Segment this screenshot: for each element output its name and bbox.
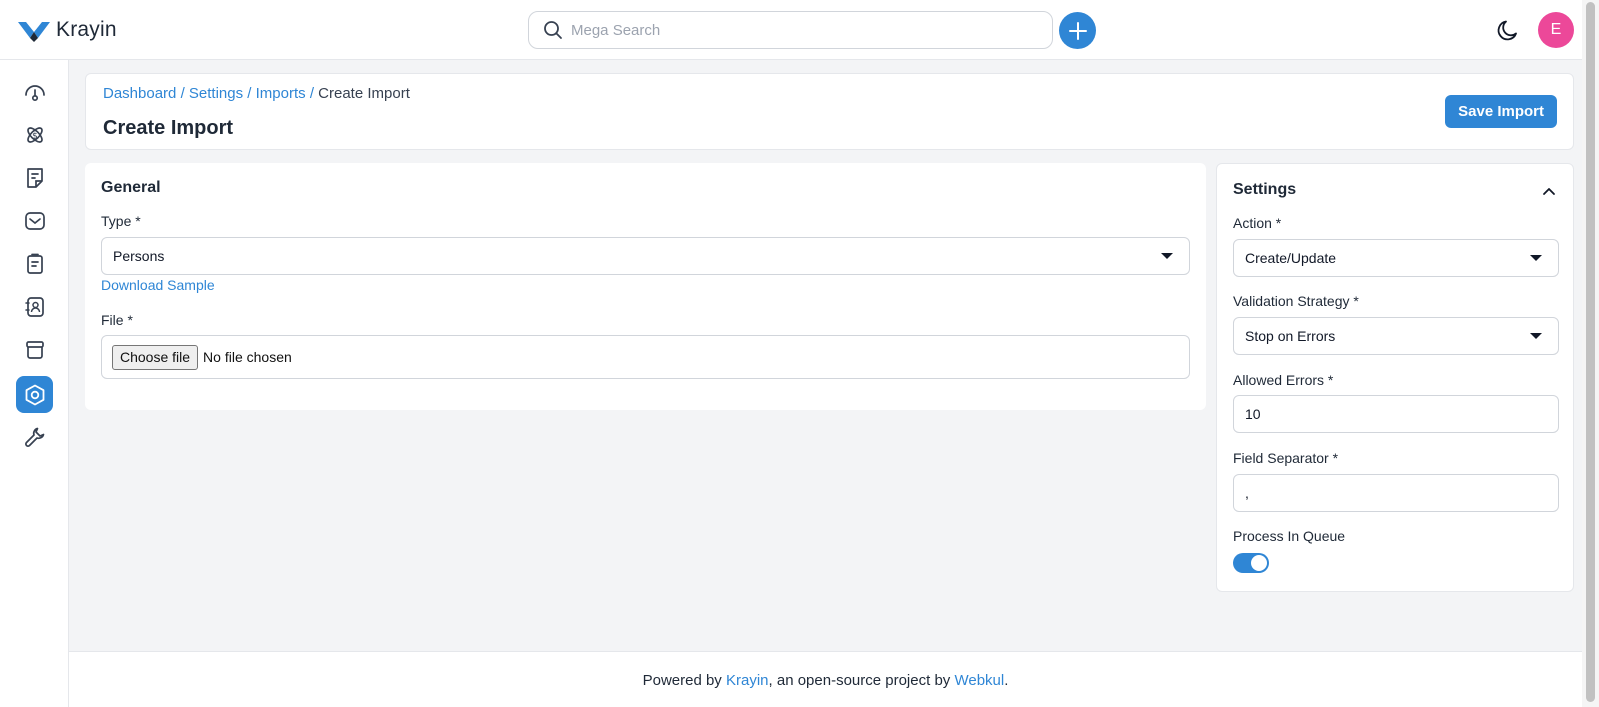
page-title: Create Import [103, 117, 234, 139]
sidebar-item-contacts[interactable] [16, 288, 53, 325]
main-content: Dashboard / Settings / Imports / Create … [69, 60, 1582, 651]
chevron-down-icon [1530, 255, 1542, 261]
sidebar-item-settings[interactable] [16, 376, 53, 413]
breadcrumb-dashboard[interactable]: Dashboard [103, 85, 176, 102]
chevron-down-icon [1161, 253, 1173, 259]
krayin-link[interactable]: Krayin [726, 672, 769, 689]
action-label: Action * [1233, 215, 1282, 231]
breadcrumb-separator: / [309, 85, 319, 102]
breadcrumb-imports[interactable]: Imports [256, 85, 306, 102]
file-label: File * [101, 312, 133, 328]
field-separator-input[interactable]: , [1233, 474, 1559, 512]
breadcrumb-separator: / [247, 85, 256, 102]
choose-file-button[interactable]: Choose file [112, 344, 199, 370]
type-select[interactable]: Persons [101, 237, 1190, 275]
plus-icon [1068, 21, 1087, 40]
chevron-up-icon[interactable] [1541, 183, 1557, 199]
settings-icon [25, 384, 44, 405]
breadcrumb-separator: / [180, 85, 189, 102]
search-icon [544, 21, 562, 39]
breadcrumb: Dashboard / Settings / Imports / Create … [103, 85, 410, 102]
settings-card: Settings Action * Create/Update Validati… [1216, 163, 1574, 592]
mail-icon [24, 211, 45, 230]
products-icon [25, 340, 44, 359]
sidebar-item-dashboard[interactable] [16, 73, 53, 110]
sidebar-item-configuration[interactable] [16, 418, 53, 455]
toggle-knob [1251, 555, 1267, 571]
field-separator-label: Field Separator * [1233, 450, 1339, 466]
krayin-logo-icon [18, 22, 50, 42]
quotes-icon [26, 167, 43, 188]
file-input[interactable]: Choose file No file chosen [101, 335, 1190, 379]
footer-prefix: Powered by [642, 672, 726, 689]
dashboard-icon [24, 84, 45, 101]
sidebar-item-leads[interactable]: $ [16, 116, 53, 153]
page-header-card: Dashboard / Settings / Imports / Create … [85, 73, 1574, 150]
footer: Powered by Krayin, an open-source projec… [69, 651, 1582, 707]
validation-strategy-value: Stop on Errors [1245, 328, 1336, 344]
chevron-down-icon [1530, 333, 1542, 339]
allowed-errors-label: Allowed Errors * [1233, 372, 1334, 388]
page-scrollbar[interactable] [1582, 0, 1599, 707]
logo[interactable]: Krayin [18, 18, 117, 42]
general-section-title: General [101, 179, 161, 196]
sidebar: $ [0, 60, 69, 707]
file-status: No file chosen [203, 349, 292, 365]
sidebar-item-mail[interactable] [16, 202, 53, 239]
contacts-icon [24, 296, 44, 317]
settings-section-title: Settings [1233, 181, 1297, 198]
validation-strategy-label: Validation Strategy * [1233, 293, 1359, 309]
webkul-link[interactable]: Webkul [954, 672, 1004, 689]
logo-text: Krayin [56, 18, 117, 41]
general-card: General Type * Persons Download Sample F… [85, 163, 1206, 410]
save-import-button[interactable]: Save Import [1445, 95, 1557, 128]
mega-search[interactable] [528, 11, 1053, 49]
process-in-queue-toggle[interactable] [1233, 553, 1269, 573]
scrollbar-thumb[interactable] [1586, 2, 1595, 702]
breadcrumb-current: Create Import [318, 85, 410, 102]
top-header: Krayin E [0, 0, 1582, 60]
sidebar-item-activities[interactable] [16, 245, 53, 282]
type-label: Type * [101, 213, 141, 229]
download-sample-link[interactable]: Download Sample [101, 277, 215, 293]
activities-icon [26, 253, 43, 274]
action-select[interactable]: Create/Update [1233, 239, 1559, 277]
search-input[interactable] [571, 21, 1031, 39]
sidebar-item-products[interactable] [16, 331, 53, 368]
action-select-value: Create/Update [1245, 250, 1337, 266]
svg-text:$: $ [32, 131, 38, 141]
breadcrumb-settings[interactable]: Settings [189, 85, 243, 102]
process-in-queue-label: Process In Queue [1233, 528, 1346, 544]
allowed-errors-input[interactable]: 10 [1233, 395, 1559, 433]
sidebar-item-quotes[interactable] [16, 159, 53, 196]
type-select-value: Persons [113, 248, 165, 264]
footer-middle: , an open-source project by [768, 672, 955, 689]
footer-suffix: . [1004, 672, 1009, 689]
quick-create-button[interactable] [1059, 12, 1096, 49]
wrench-icon [24, 427, 44, 447]
user-avatar[interactable]: E [1538, 12, 1574, 48]
dark-mode-toggle-icon[interactable] [1496, 17, 1522, 43]
validation-strategy-select[interactable]: Stop on Errors [1233, 317, 1559, 355]
leads-icon: $ [26, 126, 43, 143]
